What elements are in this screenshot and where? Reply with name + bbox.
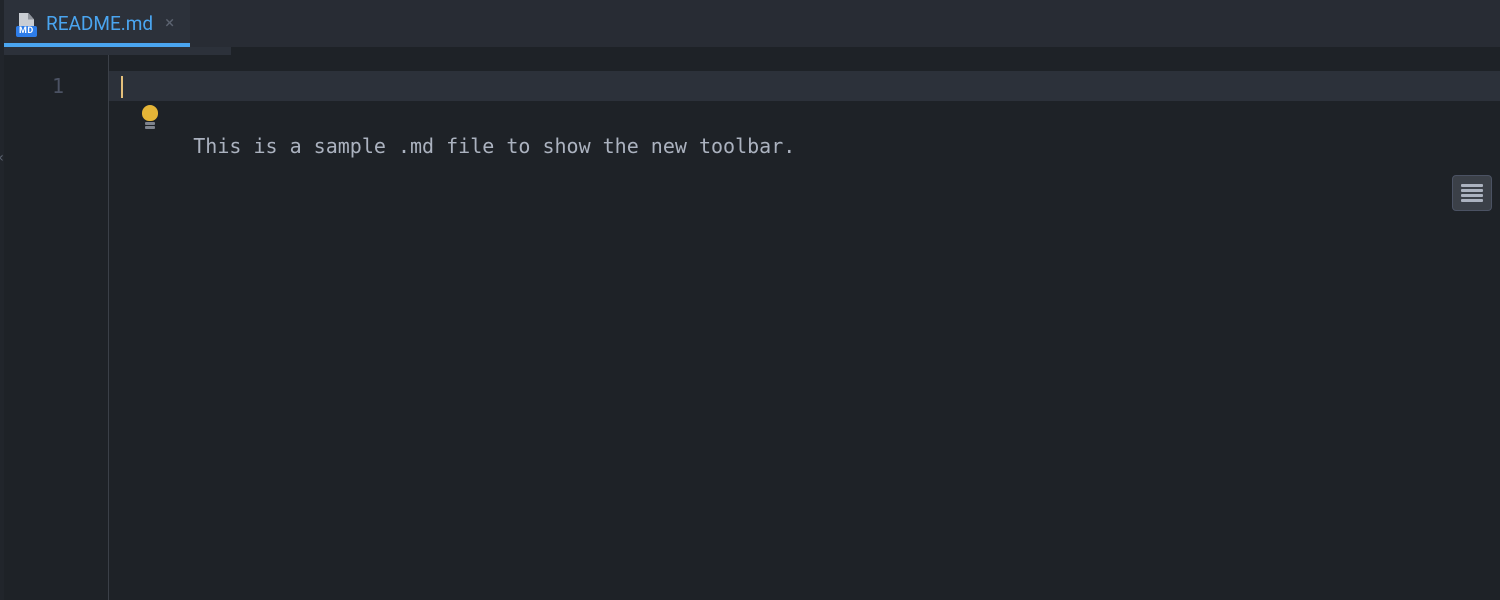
tab-active-underline-extension (4, 47, 231, 55)
close-icon[interactable]: × (163, 15, 176, 32)
editor-tabs-bar: MD README.md × (4, 0, 1500, 47)
intention-bulb-icon[interactable] (139, 105, 161, 131)
markdown-file-icon: MD (16, 13, 36, 35)
reader-mode-icon[interactable] (1452, 175, 1492, 211)
editor-code-area[interactable]: This is a sample .md file to show the ne… (108, 55, 1500, 600)
tab-filename: README.md (46, 12, 153, 35)
editor-pane[interactable]: 1 This is a sample .md file to show the … (4, 55, 1500, 600)
editor-gutter[interactable]: 1 (4, 55, 108, 600)
filetype-badge: MD (16, 26, 37, 37)
code-line[interactable]: This is a sample .md file to show the ne… (109, 71, 1500, 101)
editor-tab[interactable]: MD README.md × (4, 0, 190, 47)
text-caret (121, 76, 123, 98)
hamburger-lines (1461, 184, 1483, 202)
line-number[interactable]: 1 (4, 71, 108, 101)
code-line-text: This is a sample .md file to show the ne… (193, 134, 795, 158)
